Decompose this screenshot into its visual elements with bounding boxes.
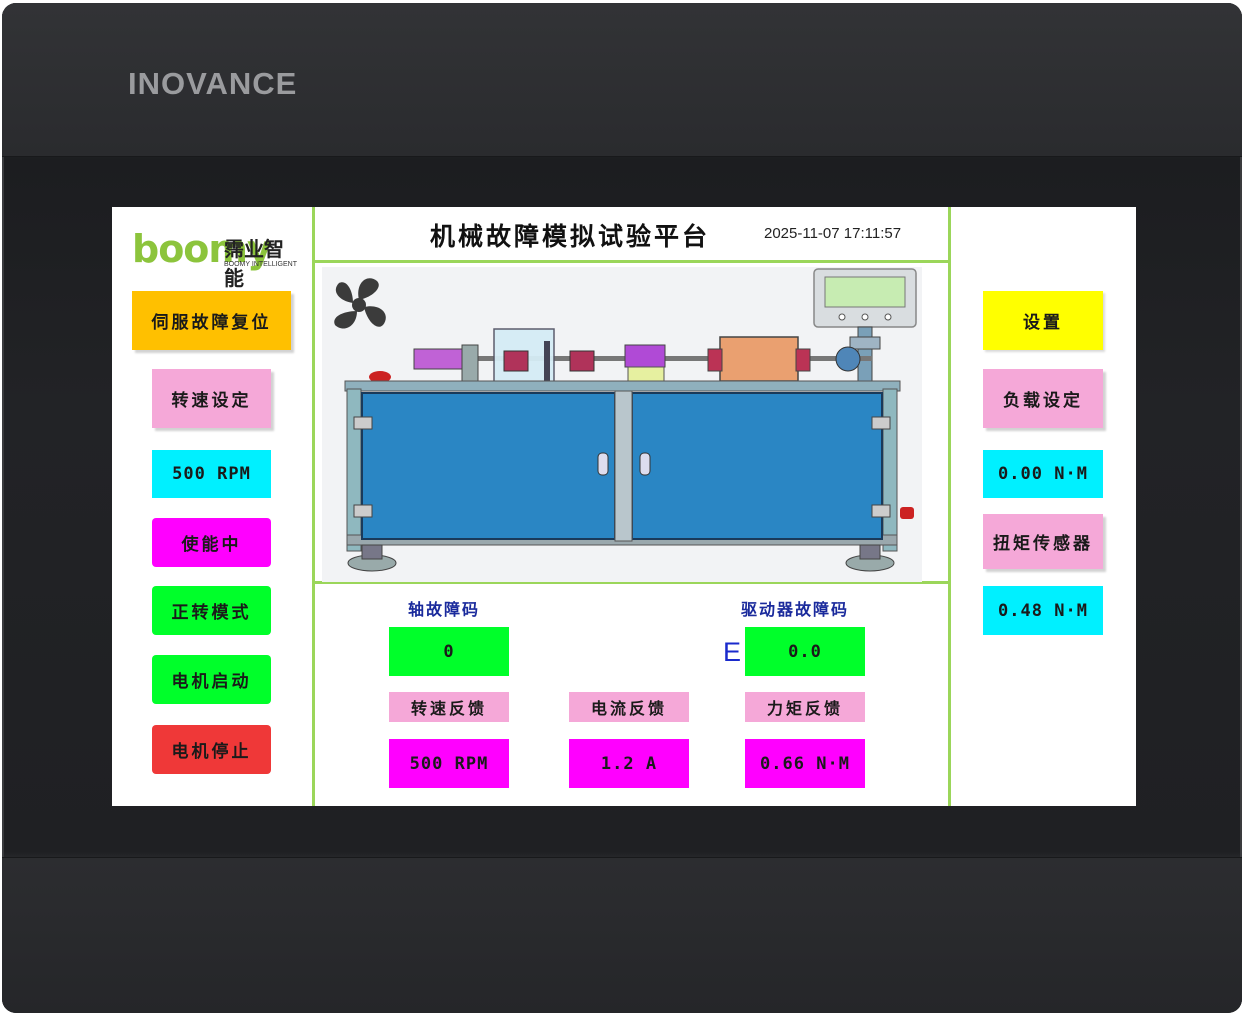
divider-left xyxy=(312,207,315,806)
datetime-display: 2025-11-07 17:11:57 xyxy=(764,225,902,242)
driver-fault-code-display: 0.0 xyxy=(745,627,865,676)
load-set-button[interactable]: 负载设定 xyxy=(983,369,1103,428)
current-feedback-label: 电流反馈 xyxy=(569,692,689,722)
servo-fault-reset-button[interactable]: 伺服故障复位 xyxy=(132,291,291,350)
speed-feedback-value: 500 RPM xyxy=(389,739,509,788)
motor-start-button[interactable]: 电机启动 xyxy=(152,655,271,704)
speed-setpoint-display[interactable]: 500 RPM xyxy=(152,450,271,498)
forward-mode-button[interactable]: 正转模式 xyxy=(152,586,271,635)
axis-fault-label: 轴故障码 xyxy=(408,600,481,619)
current-feedback-value: 1.2 A xyxy=(569,739,689,788)
speed-set-button[interactable]: 转速设定 xyxy=(152,369,271,428)
load-value-display[interactable]: 0.00 N·M xyxy=(983,450,1103,498)
logo-en-name: BOOMY INTELLIGENT xyxy=(224,261,297,268)
torque-sensor-button[interactable]: 扭矩传感器 xyxy=(983,514,1103,569)
bezel-bottom xyxy=(2,857,1242,1013)
motor-stop-button[interactable]: 电机停止 xyxy=(152,725,271,774)
torque-sensor-value: 0.48 N·M xyxy=(983,586,1103,635)
settings-button[interactable]: 设置 xyxy=(983,291,1103,350)
company-logo: boomy 霈业智能 BOOMY INTELLIGENT xyxy=(132,227,302,290)
page-title: 机械故障模拟试验平台 xyxy=(430,222,711,251)
torque-feedback-value: 0.66 N·M xyxy=(745,739,865,788)
driver-fault-prefix: E xyxy=(723,637,742,667)
divider-right xyxy=(948,207,951,806)
divider-header xyxy=(312,260,951,263)
speed-feedback-label: 转速反馈 xyxy=(389,692,509,722)
driver-fault-label: 驱动器故障码 xyxy=(741,600,850,619)
device-brand: INOVANCE xyxy=(128,66,298,101)
test-rig-illustration xyxy=(322,267,922,582)
hmi-screen: boomy 霈业智能 BOOMY INTELLIGENT 机械故障模拟试验平台 … xyxy=(112,207,1136,806)
enable-status-button[interactable]: 使能中 xyxy=(152,518,271,567)
torque-feedback-label: 力矩反馈 xyxy=(745,692,865,722)
axis-fault-code-display: 0 xyxy=(389,627,509,676)
